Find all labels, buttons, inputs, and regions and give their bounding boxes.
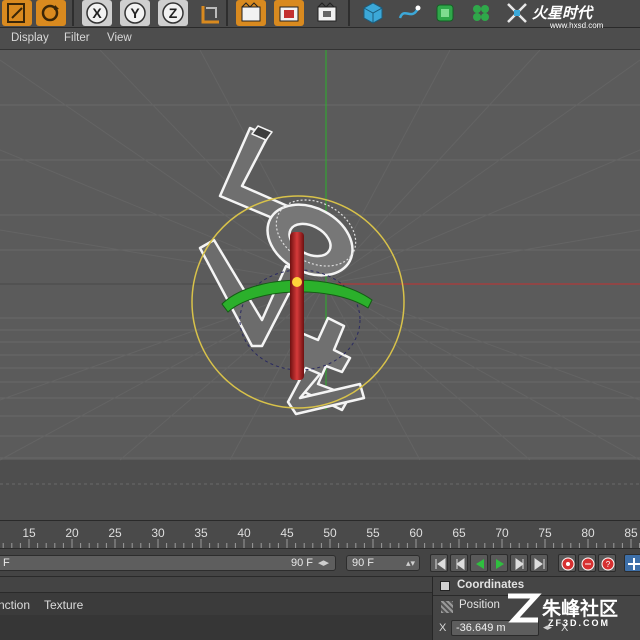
viewport-menubar: Display Filter View — [0, 28, 640, 50]
ruler-label: 15 — [22, 526, 36, 540]
ruler-label: 70 — [495, 526, 509, 540]
scale-tool-icon[interactable] — [2, 0, 32, 26]
svg-text:?: ? — [606, 560, 611, 569]
toolbar-divider — [72, 0, 74, 26]
render-settings-icon[interactable] — [312, 0, 342, 26]
ruler-label: 35 — [194, 526, 208, 540]
goto-end-button[interactable] — [530, 554, 548, 572]
cube-primitive-icon[interactable] — [358, 0, 388, 26]
x-axis-lock[interactable]: X — [82, 0, 112, 26]
z-axis-lock[interactable]: Z — [158, 0, 188, 26]
svg-text:Y: Y — [130, 5, 140, 21]
ruler-label: 25 — [108, 526, 122, 540]
goto-start-button[interactable] — [430, 554, 448, 572]
material-list-area[interactable] — [0, 615, 432, 640]
move-keys-button[interactable] — [624, 554, 640, 572]
transport-bar: F 90 F ◂▸ 90 F ▴▾ ? — [0, 548, 640, 576]
position-header: Position — [459, 599, 500, 611]
ruler-label: 75 — [538, 526, 552, 540]
spline-pen-icon[interactable] — [394, 0, 424, 26]
zf3d-logo-icon — [508, 593, 542, 623]
autokeying-button[interactable] — [578, 554, 596, 572]
toolbar-divider — [226, 0, 228, 26]
timeline-ruler[interactable]: 15 20 25 30 35 40 45 50 55 60 65 70 75 80 85 — [0, 520, 640, 549]
ruler-label: 40 — [237, 526, 251, 540]
ruler-label: 80 — [581, 526, 595, 540]
ruler-label: 30 — [151, 526, 165, 540]
subdivision-surface-icon[interactable] — [430, 0, 460, 26]
hxsd-watermark: 火星时代 www.hxsd.com — [532, 4, 604, 30]
world-coordinate-icon[interactable] — [196, 0, 226, 26]
ruler-label: 55 — [366, 526, 380, 540]
cinema4d-window: X Y Z 火星时代 www.hxsd.com Display Filter V… — [0, 0, 640, 640]
keyframe-selection-button[interactable]: ? — [598, 554, 616, 572]
menu-view[interactable]: View — [107, 32, 132, 44]
play-backward-button[interactable] — [470, 554, 488, 572]
material-manager-header — [0, 577, 432, 593]
main-toolbar: X Y Z 火星时代 www.hxsd.com — [0, 0, 640, 30]
menu-function[interactable]: Function — [0, 598, 30, 612]
rotate-tool-icon[interactable] — [36, 0, 66, 26]
max-frame-field[interactable]: 90 F ▴▾ — [346, 555, 420, 571]
render-view-icon[interactable] — [236, 0, 266, 26]
record-keyframe-button[interactable] — [558, 554, 576, 572]
next-keyframe-button[interactable] — [510, 554, 528, 572]
grid-icon — [441, 601, 453, 613]
deformer-icon[interactable] — [502, 0, 532, 26]
menu-texture[interactable]: Texture — [44, 598, 83, 612]
gizmo-center[interactable] — [292, 277, 302, 287]
rotation-handle-red[interactable] — [290, 232, 304, 380]
toolbar-divider — [348, 0, 350, 26]
ruler-label: 45 — [280, 526, 294, 540]
svg-text:Z: Z — [169, 5, 178, 21]
play-forward-button[interactable] — [490, 554, 508, 572]
ruler-label: 65 — [452, 526, 466, 540]
cloner-icon[interactable] — [466, 0, 496, 26]
3d-viewport[interactable] — [0, 50, 640, 520]
ruler-label: 20 — [65, 526, 79, 540]
menu-filter[interactable]: Filter — [64, 32, 90, 44]
timeline-range-slider[interactable]: F 90 F ◂▸ — [0, 555, 336, 571]
render-picture-queue-icon[interactable] — [274, 0, 304, 26]
material-manager: Function Texture — [0, 576, 432, 640]
ruler-label: 85 — [624, 526, 638, 540]
y-axis-lock[interactable]: Y — [120, 0, 150, 26]
ruler-label: 60 — [409, 526, 423, 540]
svg-text:X: X — [92, 5, 102, 21]
prev-keyframe-button[interactable] — [450, 554, 468, 572]
menu-display[interactable]: Display — [11, 32, 49, 44]
position-x-label: X — [439, 622, 447, 634]
panel-grip-icon[interactable] — [440, 581, 450, 591]
floor-band — [0, 460, 640, 520]
